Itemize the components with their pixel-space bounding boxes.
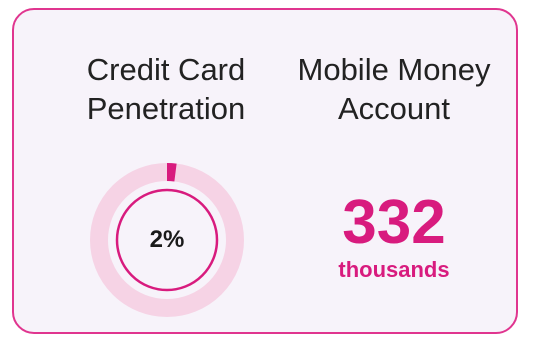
credit-card-penetration-gauge: 2% [89,162,245,318]
mobile-money-account-title: Mobile Money Account [297,52,491,126]
credit-card-penetration-title: Credit Card Penetration [86,52,246,126]
metrics-card: Credit Card Penetration Mobile Money Acc… [12,8,518,334]
mobile-money-account-unit: thousands [338,257,450,282]
credit-card-penetration-value: 2% [149,226,185,253]
mobile-money-account-value: 332 [342,188,446,257]
